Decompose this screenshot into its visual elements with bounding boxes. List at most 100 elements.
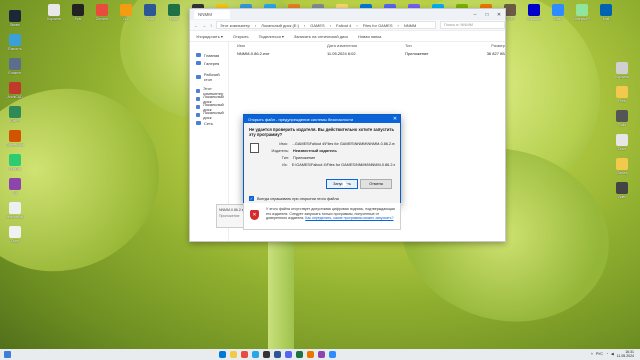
app-icon — [168, 4, 180, 16]
folder-icon — [196, 53, 201, 57]
breadcrumb-item[interactable]: Fallout 4 — [336, 23, 351, 28]
language-indicator[interactable]: РУС — [596, 352, 603, 356]
checkbox-label: Всегда спрашивать при открытии этого фай… — [257, 196, 339, 201]
search-input[interactable]: Поиск в: NNMM — [440, 21, 505, 29]
taskbar-app-icon[interactable] — [285, 351, 292, 358]
close-icon[interactable]: ✕ — [493, 12, 505, 18]
desktop-icon-label: Блокнот — [8, 71, 22, 75]
app-icon — [616, 86, 628, 98]
desktop_left-desktop-icon[interactable]: Docs — [1, 224, 29, 254]
app-icon — [616, 182, 628, 194]
column-name[interactable]: Имя — [237, 43, 327, 48]
close-icon[interactable]: ✕ — [390, 116, 400, 122]
desktop-icon-label: Tor — [12, 191, 18, 195]
app-icon — [528, 4, 540, 16]
dialog-title-bar: Открыть файл - предупреждение системы бе… — [244, 115, 400, 123]
toolbar-button[interactable]: Упорядочить ▾ — [196, 34, 223, 39]
always-ask-checkbox[interactable]: ✓ Всегда спрашивать при открытии этого ф… — [249, 196, 339, 201]
app-icon — [9, 178, 21, 190]
security-warning-dialog: Открыть файл - предупреждение системы бе… — [243, 114, 401, 204]
app-icon — [616, 134, 628, 146]
shield-warning-icon: ✕ — [250, 210, 259, 220]
file-details: Имя: ...GAMES\Fallout 4\Files for GAMES\N… — [249, 140, 395, 168]
widgets-icon[interactable] — [4, 351, 11, 358]
file-name: NNMM-0.86.2.exe — [237, 50, 270, 56]
desktop-icon-label: Docs — [618, 147, 626, 151]
system-tray: ˄ РУС ◔ ◀ 16:31 11.05.2024 — [591, 350, 634, 358]
toolbar-button[interactable]: Открыть — [233, 34, 249, 39]
sidebar-item[interactable]: Главная — [190, 51, 228, 59]
desktop-icon-label: Tools — [617, 123, 627, 127]
column-size[interactable]: Размер — [475, 43, 505, 48]
taskbar-app-icon[interactable] — [274, 351, 281, 358]
folder-icon — [196, 61, 201, 65]
up-icon[interactable]: ↑ — [210, 23, 212, 28]
desktop-icon-label: Mail — [602, 17, 610, 21]
file-list-header: Имя Дата изменения Тип Размер — [229, 41, 505, 49]
maximize-icon[interactable]: □ — [481, 12, 493, 18]
sidebar-item[interactable]: Сеть — [190, 119, 228, 127]
toolbar-button[interactable]: Новая папка — [358, 34, 381, 39]
chevron-up-icon[interactable]: ˄ — [591, 352, 593, 356]
breadcrumb-item[interactable]: Этот компьютер — [220, 23, 250, 28]
breadcrumb-item[interactable]: GAMES — [310, 23, 324, 28]
taskbar-app-icon[interactable] — [318, 351, 325, 358]
column-type[interactable]: Тип — [405, 43, 475, 48]
publisher-label: Издатель: — [271, 148, 289, 153]
volume-icon[interactable]: ◀ — [611, 352, 614, 356]
dialog-question: Не удается проверить издателя. Вы действ… — [249, 127, 395, 137]
sidebar-item-label: Галерея — [204, 60, 220, 66]
chevron-right-icon: › — [356, 22, 358, 28]
taskbar-app-icon[interactable] — [307, 351, 314, 358]
app-icon — [600, 4, 612, 16]
breadcrumb-item[interactable]: Локальный диск (E:) — [261, 23, 299, 28]
taskbar-app-icon[interactable] — [263, 351, 270, 358]
breadcrumb-item[interactable]: NNMM — [404, 23, 416, 28]
name-label: Имя: — [279, 141, 288, 146]
network-icon[interactable]: ◔ — [606, 352, 608, 356]
app-icon — [9, 154, 21, 166]
from-value: E:\GAMES\Fallout 4\Files for GAMES\NNMM\… — [291, 162, 395, 167]
app-icon — [9, 226, 21, 238]
toolbar-button[interactable]: Поделиться ▾ — [259, 34, 284, 39]
sidebar-item-label: Сеть — [204, 120, 213, 126]
folder-icon — [196, 121, 201, 125]
sidebar-item[interactable]: Галерея — [190, 59, 228, 67]
type-value: Приложение — [293, 155, 316, 160]
chevron-right-icon: › — [329, 22, 332, 28]
column-date[interactable]: Дата изменения — [327, 43, 405, 48]
sidebar-item[interactable]: Рабочий стол — [190, 72, 228, 82]
back-icon[interactable]: ← — [194, 23, 198, 28]
taskbar-app-icon[interactable] — [230, 351, 237, 358]
taskbar-app-icon[interactable] — [296, 351, 303, 358]
taskbar-app-icon[interactable] — [241, 351, 248, 358]
breadcrumb-item[interactable]: Files for GAMES — [363, 23, 393, 28]
desktop_right-desktop-icon[interactable]: Video — [608, 180, 636, 210]
app-icon — [552, 4, 564, 16]
explorer-tab[interactable]: NNMM — [194, 10, 230, 19]
forward-icon[interactable]: → — [202, 23, 206, 28]
help-link[interactable]: Как определить, какие программы можно за… — [305, 216, 393, 220]
toolbar-button[interactable]: Записать на оптический диск — [294, 34, 348, 39]
taskbar-app-icon[interactable] — [219, 351, 226, 358]
app-icon — [72, 4, 84, 16]
checkmark-icon[interactable]: ✓ — [249, 196, 254, 201]
app-icon — [9, 130, 21, 142]
app-icon — [144, 4, 156, 16]
cancel-button[interactable]: Отмена — [360, 179, 392, 189]
desktop_top-desktop-icon[interactable]: Mail — [592, 2, 620, 32]
app-icon — [616, 110, 628, 122]
app-icon — [576, 4, 588, 16]
app-icon — [9, 58, 21, 70]
app-icon — [9, 202, 21, 214]
minimize-icon[interactable]: – — [469, 12, 481, 18]
sidebar-item[interactable]: Локальный диск — [190, 110, 228, 120]
taskbar-app-icon[interactable] — [329, 351, 336, 358]
taskbar-app-icon[interactable] — [252, 351, 259, 358]
breadcrumb[interactable]: Этот компьютер › Локальный диск (E:) › GAMES… — [216, 21, 436, 29]
app-icon — [616, 62, 628, 74]
desktop-icon-label: ArchiCAD — [7, 95, 23, 99]
clock[interactable]: 16:31 11.05.2024 — [617, 350, 634, 358]
desktop-icon-label: Ctrl+F — [10, 119, 20, 123]
file-row[interactable]: NNMM-0.86.2.exe 11.05.2024 6:02 Приложен… — [229, 49, 505, 57]
